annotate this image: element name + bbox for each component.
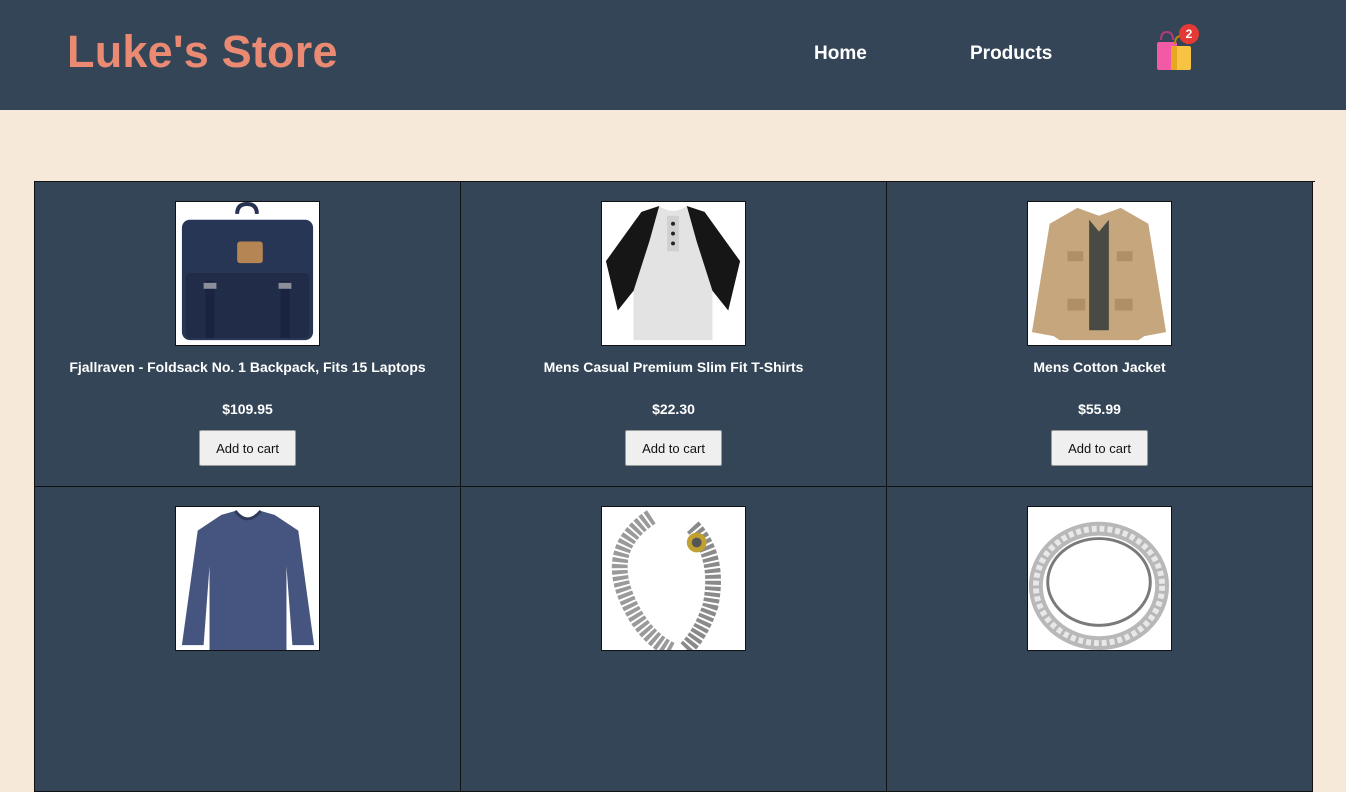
- backpack-image: [181, 202, 314, 341]
- product-row: Fjallraven - Foldsack No. 1 Backpack, Fi…: [35, 182, 1315, 487]
- product-image[interactable]: [175, 506, 320, 651]
- product-title[interactable]: Mens Casual Premium Slim Fit T-Shirts: [461, 359, 886, 375]
- product-card: Fjallraven - Foldsack No. 1 Backpack, Fi…: [35, 182, 461, 487]
- cart-button[interactable]: 2: [1155, 24, 1203, 74]
- product-image[interactable]: [601, 201, 746, 346]
- product-price: $109.95: [222, 401, 273, 417]
- product-card: [887, 487, 1313, 792]
- product-card: Mens Casual Premium Slim Fit T-Shirts $2…: [461, 182, 887, 487]
- tshirt-image: [605, 205, 741, 341]
- nav-products-link[interactable]: Products: [970, 43, 1052, 65]
- cart-count-badge: 2: [1179, 24, 1199, 44]
- product-card: [461, 487, 887, 792]
- product-card: [35, 487, 461, 792]
- product-price: $22.30: [652, 401, 695, 417]
- product-image[interactable]: [175, 201, 320, 346]
- product-grid: Fjallraven - Foldsack No. 1 Backpack, Fi…: [34, 181, 1315, 792]
- product-image[interactable]: [601, 506, 746, 651]
- add-to-cart-button[interactable]: Add to cart: [1051, 430, 1148, 466]
- longsleeve-image: [181, 509, 315, 650]
- product-image[interactable]: [1027, 201, 1172, 346]
- jacket-image: [1031, 207, 1167, 341]
- product-title[interactable]: Mens Cotton Jacket: [887, 359, 1312, 375]
- add-to-cart-button[interactable]: Add to cart: [199, 430, 296, 466]
- nav-home-link[interactable]: Home: [814, 43, 867, 65]
- store-logo-title[interactable]: Luke's Store: [67, 26, 338, 78]
- product-row: [35, 487, 1315, 792]
- add-to-cart-button[interactable]: Add to cart: [625, 430, 722, 466]
- product-image[interactable]: [1027, 506, 1172, 651]
- bracelet-image: [611, 510, 721, 650]
- ring-image: [1028, 521, 1170, 650]
- site-header: Luke's Store Home Products 2: [0, 0, 1346, 110]
- product-price: $55.99: [1078, 401, 1121, 417]
- product-card: Mens Cotton Jacket $55.99 Add to cart: [887, 182, 1313, 487]
- product-title[interactable]: Fjallraven - Foldsack No. 1 Backpack, Fi…: [35, 359, 460, 375]
